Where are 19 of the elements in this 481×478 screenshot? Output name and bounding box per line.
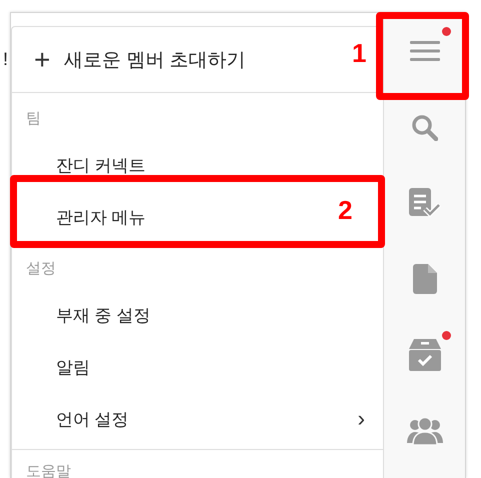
background-text: ! bbox=[3, 49, 8, 70]
menu-item[interactable]: 알림 bbox=[56, 356, 90, 378]
menu-item[interactable]: 언어 설정 bbox=[56, 408, 129, 430]
menu-item[interactable]: 잔디 커넥트 bbox=[56, 154, 146, 176]
search-icon bbox=[411, 114, 438, 140]
menu-icon bbox=[410, 41, 440, 61]
archive-check-icon bbox=[408, 339, 440, 371]
section-header: 도움말 bbox=[12, 449, 383, 478]
menu-item[interactable]: 관리자 메뉴 bbox=[56, 206, 146, 228]
menu-item[interactable]: 부재 중 설정 bbox=[56, 304, 150, 326]
section-header: 설정 bbox=[25, 259, 57, 279]
people-icon bbox=[406, 417, 442, 445]
chevron-icon: › bbox=[358, 406, 365, 432]
section-header: 팀 bbox=[25, 109, 42, 129]
plus-icon: + bbox=[34, 46, 64, 74]
file-icon bbox=[412, 264, 436, 294]
document-check-icon bbox=[408, 188, 440, 218]
callout-number: 1 bbox=[352, 38, 366, 69]
callout-number: 2 bbox=[338, 195, 352, 226]
